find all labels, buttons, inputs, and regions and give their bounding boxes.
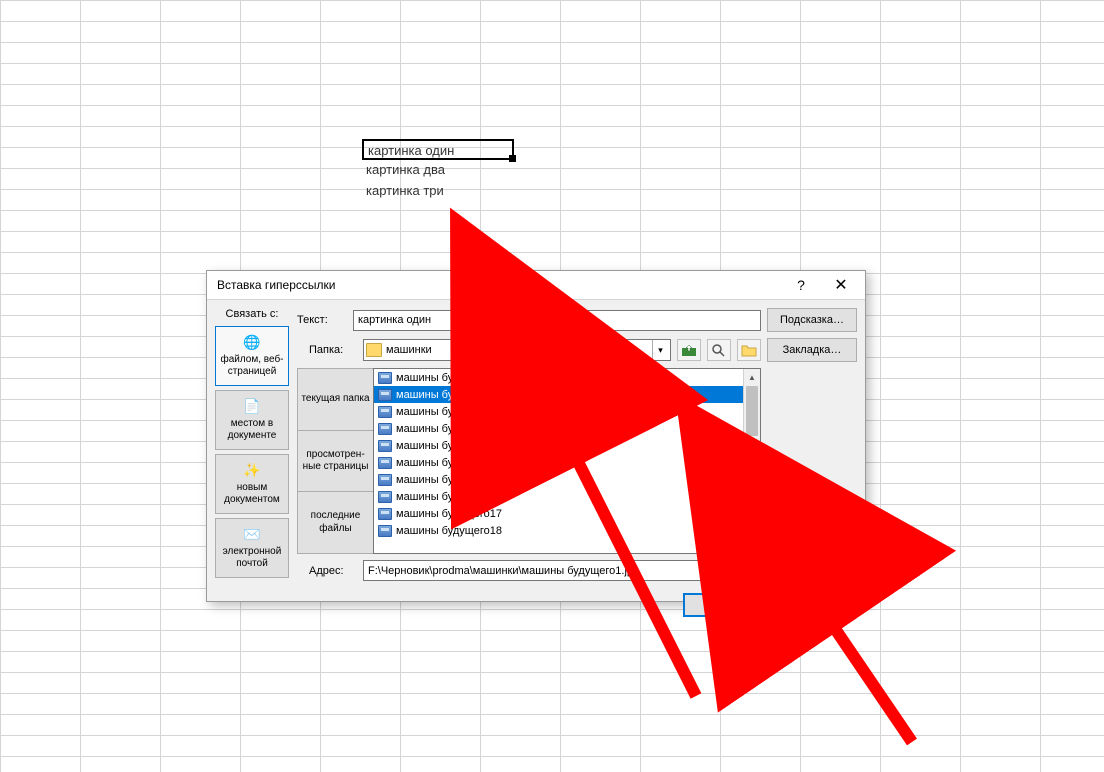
cancel-button[interactable]: Отмена: [773, 593, 857, 617]
bookmark-button[interactable]: Закладка…: [767, 338, 857, 362]
browse-web-button[interactable]: [707, 339, 731, 361]
cell-range: картинка один картинка два картинка три: [362, 140, 514, 202]
image-file-icon: [378, 372, 392, 384]
image-file-icon: [378, 389, 392, 401]
file-item[interactable]: машины будущего14: [374, 454, 760, 471]
up-folder-icon: [681, 343, 697, 357]
address-input[interactable]: [364, 565, 737, 577]
dialog-title: Вставка гиперссылки: [217, 278, 781, 292]
text-to-display-input[interactable]: [353, 310, 761, 331]
link-to-label-text: электронной почтой: [218, 546, 286, 571]
tab-current-folder[interactable]: текущая папка: [297, 368, 373, 431]
link-to-label: Связать с:: [215, 308, 289, 320]
tab-browsed-pages[interactable]: просмотрен-ные страницы: [297, 431, 373, 493]
file-name: машины будущего: [396, 372, 490, 384]
image-file-icon: [378, 423, 392, 435]
file-item[interactable]: машины будущего16: [374, 488, 760, 505]
link-to-email[interactable]: ✉️ электронной почтой: [215, 518, 289, 578]
file-name: машины будущего16: [396, 491, 502, 503]
image-file-icon: [378, 491, 392, 503]
file-name: машины будущего13: [396, 440, 502, 452]
address-combo[interactable]: ▾: [363, 560, 755, 581]
browse-area: текущая папка просмотрен-ные страницы по…: [297, 368, 857, 554]
scrollbar[interactable]: ▲ ▼: [743, 369, 760, 553]
link-to-label-text: файлом, веб-страницей: [218, 354, 286, 379]
file-item[interactable]: машины будущего18: [374, 522, 760, 539]
image-file-icon: [378, 508, 392, 520]
open-folder-icon: [741, 343, 757, 357]
browse-file-button[interactable]: [737, 339, 761, 361]
scroll-down-icon[interactable]: ▼: [744, 536, 760, 553]
file-name: машины будущего1: [396, 389, 496, 401]
scroll-up-icon[interactable]: ▲: [744, 369, 760, 386]
file-name: машины будущего17: [396, 508, 502, 520]
file-item[interactable]: машины будущего15: [374, 471, 760, 488]
close-button[interactable]: ✕: [821, 271, 861, 299]
file-item[interactable]: машины будущего13: [374, 437, 760, 454]
file-item[interactable]: машины будущего17: [374, 505, 760, 522]
dialog-footer: ОК Отмена: [207, 589, 865, 627]
look-in-combo[interactable]: машинки ▾: [363, 339, 671, 361]
dialog-titlebar[interactable]: Вставка гиперссылки ? ✕: [207, 271, 865, 300]
cell-selected[interactable]: картинка один: [362, 139, 514, 160]
text-to-display-label: Текст:: [297, 314, 347, 326]
folder-icon: [366, 343, 382, 357]
file-name: машины будущего11: [396, 423, 501, 435]
globe-file-icon: 🌐: [241, 334, 263, 352]
file-list[interactable]: машины будущего машины будущего1 машины бу…: [373, 368, 761, 554]
tab-recent-files[interactable]: последние файлы: [297, 492, 373, 554]
screentip-button[interactable]: Подсказка…: [767, 308, 857, 332]
document-place-icon: 📄: [241, 398, 263, 416]
file-name: машины будущего15: [396, 474, 502, 486]
magnifier-icon: [711, 343, 727, 357]
email-icon: ✉️: [241, 526, 263, 544]
look-in-value: машинки: [386, 344, 652, 356]
help-button[interactable]: ?: [781, 271, 821, 299]
scroll-track[interactable]: [744, 386, 760, 536]
link-to-label-text: местом в документе: [218, 418, 286, 443]
image-file-icon: [378, 457, 392, 469]
insert-hyperlink-dialog: Вставка гиперссылки ? ✕ Связать с: 🌐 фай…: [206, 270, 866, 602]
browse-tabs: текущая папка просмотрен-ные страницы по…: [297, 368, 373, 554]
look-in-label: Папка:: [297, 344, 357, 356]
dialog-main: Текст: Подсказка… Папка: машинки ▾: [297, 308, 857, 581]
file-name: машины будущего18: [396, 525, 502, 537]
address-label: Адрес:: [297, 565, 357, 577]
image-file-icon: [378, 406, 392, 418]
file-item[interactable]: машины будущего10: [374, 403, 760, 420]
file-item[interactable]: машины будущего1: [374, 386, 760, 403]
new-document-icon: ✨: [241, 462, 263, 480]
image-file-icon: [378, 440, 392, 452]
file-name: машины будущего14: [396, 457, 502, 469]
up-one-level-button[interactable]: [677, 339, 701, 361]
file-item[interactable]: машины будущего11: [374, 420, 760, 437]
image-file-icon: [378, 525, 392, 537]
link-to-new-doc[interactable]: ✨ новым документом: [215, 454, 289, 514]
scroll-thumb[interactable]: [746, 386, 758, 436]
cell[interactable]: картинка три: [362, 181, 514, 202]
cell[interactable]: картинка два: [362, 160, 514, 181]
link-to-place-in-doc[interactable]: 📄 местом в документе: [215, 390, 289, 450]
link-to-panel: Связать с: 🌐 файлом, веб-страницей 📄 мес…: [215, 308, 289, 581]
image-file-icon: [378, 474, 392, 486]
link-to-file-web[interactable]: 🌐 файлом, веб-страницей: [215, 326, 289, 386]
ok-button[interactable]: ОК: [683, 593, 767, 617]
chevron-down-icon[interactable]: ▾: [652, 340, 668, 360]
chevron-down-icon[interactable]: ▾: [737, 561, 754, 580]
link-to-label-text: новым документом: [218, 482, 286, 507]
file-name: машины будущего10: [396, 406, 502, 418]
file-item[interactable]: машины будущего: [374, 369, 760, 386]
